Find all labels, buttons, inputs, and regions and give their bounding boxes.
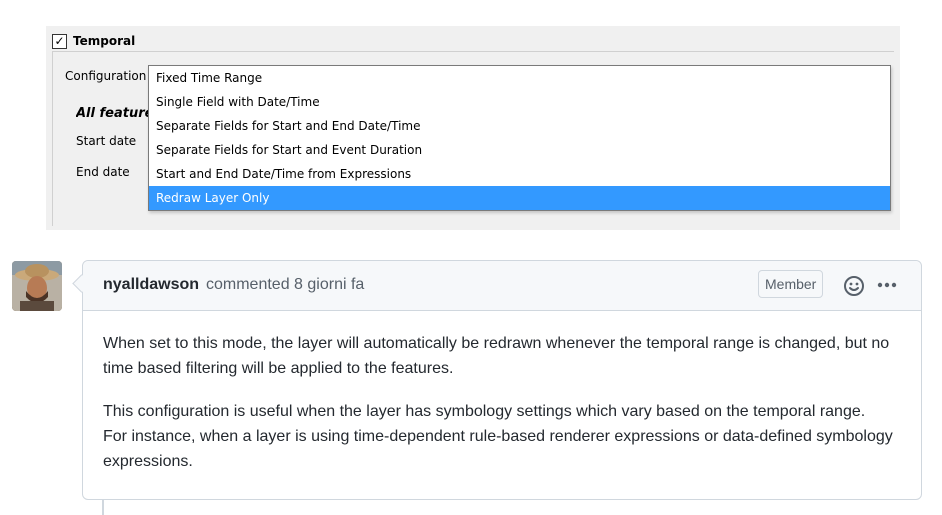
comment-timestamp[interactable]: commented 8 giorni fa xyxy=(206,276,364,294)
comment-author[interactable]: nyalldawson xyxy=(103,276,199,294)
qgis-temporal-panel: ✓ Temporal Configuration All features St… xyxy=(46,26,900,230)
temporal-group-header[interactable]: ✓ Temporal xyxy=(52,31,135,51)
dropdown-option-separate-start-duration[interactable]: Separate Fields for Start and Event Dura… xyxy=(149,138,890,162)
comment-paragraph: When set to this mode, the layer will au… xyxy=(103,335,890,377)
comment-paragraph: This configuration is useful when the la… xyxy=(103,403,893,470)
dropdown-option-single-field[interactable]: Single Field with Date/Time xyxy=(149,90,890,114)
configuration-label: Configuration xyxy=(65,69,147,83)
dropdown-option-redraw-layer-only[interactable]: Redraw Layer Only xyxy=(149,186,890,210)
group-divider xyxy=(52,51,894,52)
all-features-label: All features xyxy=(76,106,150,121)
comment-body: When set to this mode, the layer will au… xyxy=(103,331,893,492)
dropdown-option-fixed-time-range[interactable]: Fixed Time Range xyxy=(149,66,890,90)
avatar[interactable] xyxy=(12,261,62,311)
dropdown-option-separate-start-end[interactable]: Separate Fields for Start and End Date/T… xyxy=(149,114,890,138)
temporal-checkbox[interactable]: ✓ xyxy=(52,33,67,49)
configuration-dropdown-list[interactable]: Fixed Time Range Single Field with Date/… xyxy=(148,65,891,211)
comment-box: nyalldawson commented 8 giorni fa Member… xyxy=(82,260,922,500)
group-border xyxy=(52,51,53,226)
dropdown-option-expressions[interactable]: Start and End Date/Time from Expressions xyxy=(149,162,890,186)
more-options-icon[interactable] xyxy=(877,282,897,288)
member-badge: Member xyxy=(758,270,824,298)
timeline-line xyxy=(102,499,104,515)
temporal-group-title: Temporal xyxy=(73,34,136,48)
comment-header: nyalldawson commented 8 giorni fa Member xyxy=(83,261,921,311)
start-date-label: Start date xyxy=(76,134,137,148)
end-date-label: End date xyxy=(76,165,130,179)
avatar-image xyxy=(12,261,62,311)
smiley-icon[interactable] xyxy=(843,275,865,297)
